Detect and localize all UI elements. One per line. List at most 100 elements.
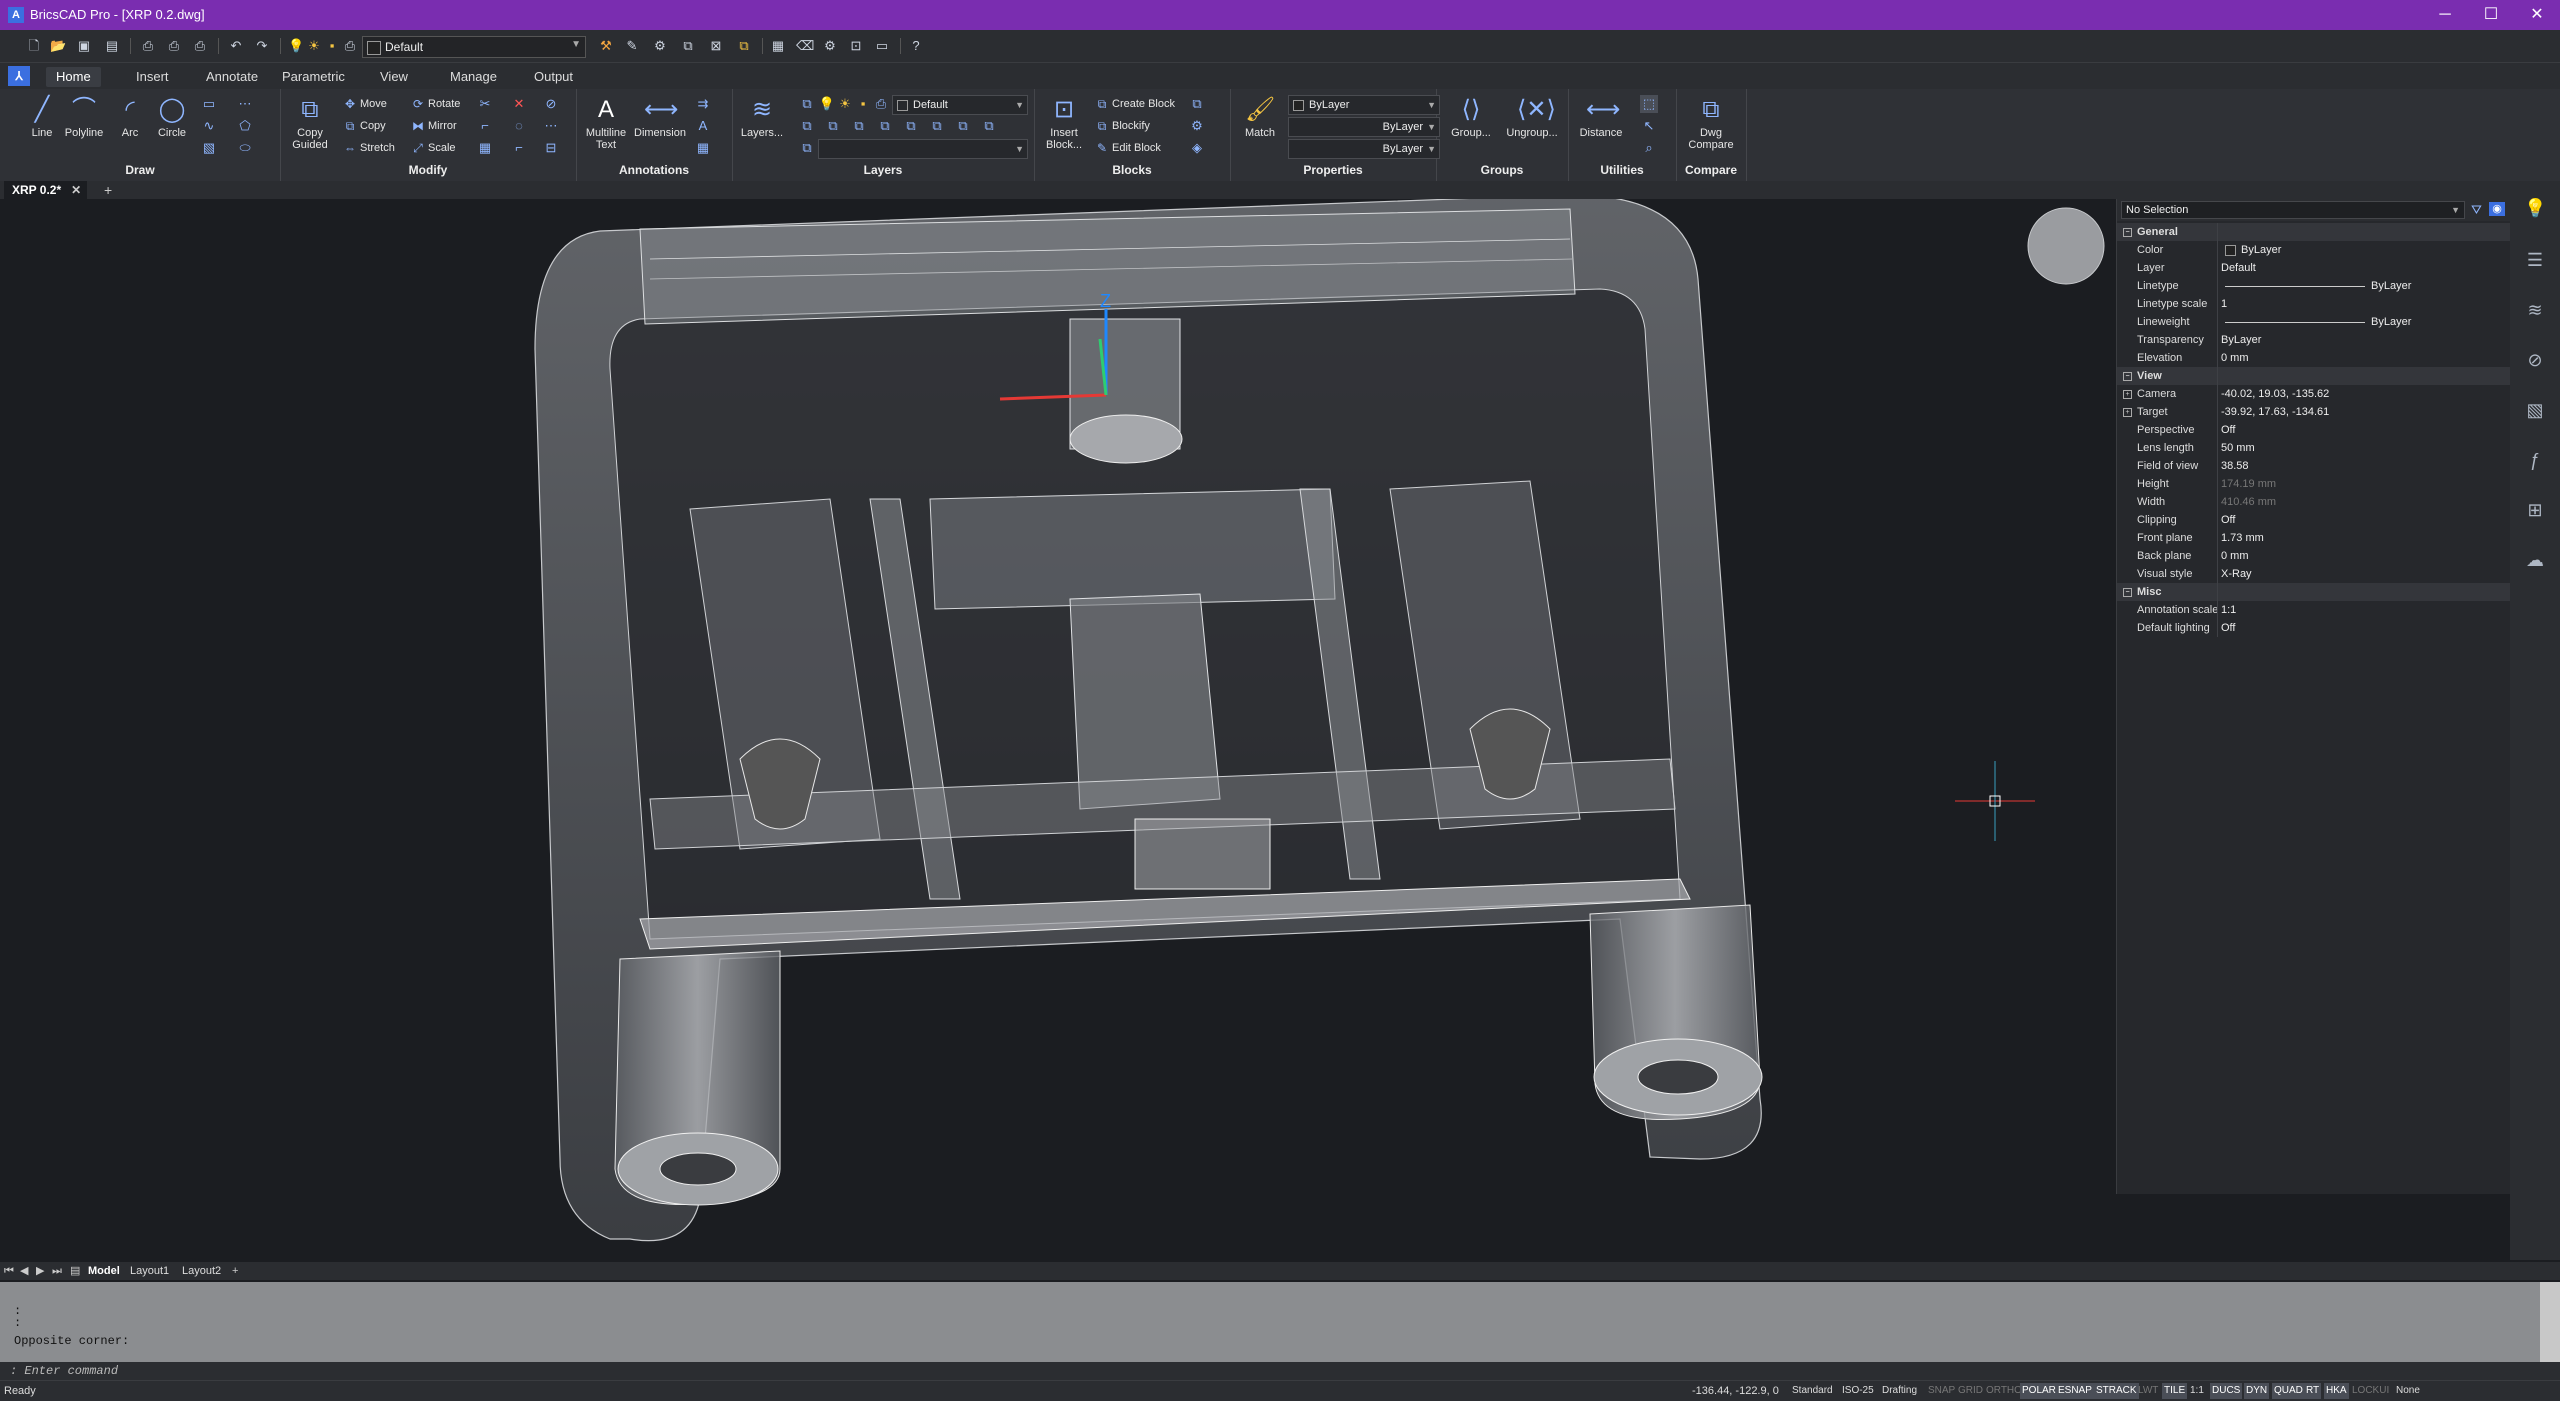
collapse-icon[interactable]: − xyxy=(2123,372,2132,381)
property-row[interactable]: Color ByLayer xyxy=(2117,241,2511,259)
attachment-icon[interactable]: ⊘ xyxy=(2524,349,2546,371)
undo-icon[interactable]: ↶ xyxy=(228,38,244,54)
view-navigation-disc[interactable] xyxy=(2027,207,2105,285)
hatch-pattern-icon[interactable]: ▧ xyxy=(2524,399,2546,421)
status-toggle-ducs[interactable]: DUCS xyxy=(2210,1383,2243,1399)
property-row[interactable]: Elevation 0 mm xyxy=(2117,349,2511,367)
bulb-icon[interactable]: 💡 xyxy=(818,95,836,113)
tab-annotate[interactable]: Annotate xyxy=(196,67,268,87)
quick-select-icon[interactable]: ⬚ xyxy=(1640,95,1658,113)
property-category-general[interactable]: − General xyxy=(2117,223,2511,241)
lineweight-dropdown[interactable]: ByLayer ▼ xyxy=(1288,139,1440,159)
stretch-button[interactable]: ⇔ Stretch xyxy=(342,139,395,157)
property-row[interactable]: Linetype scale 1 xyxy=(2117,295,2511,313)
command-input[interactable]: : Enter command xyxy=(0,1362,2560,1380)
property-category-view[interactable]: − View xyxy=(2117,367,2511,385)
status-toggle-lwt[interactable]: LWT xyxy=(2136,1383,2160,1399)
print-icon[interactable]: ⎙ xyxy=(140,38,156,54)
color-dropdown[interactable]: ByLayer ▼ xyxy=(1288,95,1440,115)
rectangle-icon[interactable]: ▭ xyxy=(200,95,218,113)
layer-tool-2-icon[interactable]: ⧉ xyxy=(824,117,842,135)
tab-insert[interactable]: Insert xyxy=(126,67,179,87)
close-button[interactable]: ✕ xyxy=(2514,0,2560,30)
add-layout-icon[interactable]: + xyxy=(232,1263,238,1279)
match-button[interactable]: 🖌 Match xyxy=(1238,95,1282,139)
sun-icon[interactable]: ☀ xyxy=(836,95,854,113)
join-icon[interactable]: ⌐ xyxy=(510,139,528,157)
blockify-button[interactable]: ⧉ Blockify xyxy=(1094,117,1150,135)
layer-lock-icon[interactable]: ▪ xyxy=(324,38,340,54)
property-category-misc[interactable]: − Misc xyxy=(2117,583,2511,601)
status-toggle-ortho[interactable]: ORTHO xyxy=(1984,1383,2024,1399)
property-row[interactable]: Perspective Off xyxy=(2117,421,2511,439)
status-toggle-snap[interactable]: SNAP xyxy=(1926,1383,1957,1399)
point-icon[interactable]: ⋯ xyxy=(236,95,254,113)
command-history-scrollbar[interactable] xyxy=(2540,1282,2560,1362)
scale-button[interactable]: ⤢ Scale xyxy=(410,139,455,157)
status-toggle-quad[interactable]: QUAD xyxy=(2272,1383,2305,1399)
dimstyle-icon[interactable]: A xyxy=(694,117,712,135)
tab-output[interactable]: Output xyxy=(524,67,583,87)
drawing-viewport[interactable]: Z xyxy=(0,199,2116,1260)
document-tab[interactable]: XRP 0.2* ✕ xyxy=(4,181,88,199)
layer-state-dropdown[interactable]: ▼ xyxy=(818,139,1028,159)
close-tab-icon[interactable]: ✕ xyxy=(71,181,81,199)
quick-select-toggle-icon[interactable]: ◉ xyxy=(2489,202,2505,216)
property-row[interactable]: Clipping Off xyxy=(2117,511,2511,529)
select-cursor-icon[interactable]: ↖ xyxy=(1640,117,1658,135)
layer-match-icon[interactable]: ⧉ xyxy=(798,139,816,157)
layer-dropdown[interactable]: Default ▼ xyxy=(892,95,1028,115)
maximize-button[interactable]: ☐ xyxy=(2468,0,2514,30)
status-toggle-polar[interactable]: POLAR xyxy=(2020,1383,2058,1399)
hatch-icon[interactable]: ▧ xyxy=(200,139,218,157)
property-row[interactable]: Height 174.19 mm xyxy=(2117,475,2511,493)
plot-icon[interactable]: ⎙ xyxy=(192,38,208,54)
new-tab-icon[interactable]: + xyxy=(104,181,112,199)
match-layer-icon[interactable]: ✎ xyxy=(624,38,640,54)
status-toggle-tile[interactable]: TILE xyxy=(2162,1383,2188,1399)
chamfer-icon[interactable]: ◌ xyxy=(510,117,528,135)
property-row[interactable]: Width 410.46 mm xyxy=(2117,493,2511,511)
printer-icon[interactable]: ⎙ xyxy=(872,95,890,113)
block-icon[interactable]: ⊡ xyxy=(848,38,864,54)
property-row[interactable]: + Camera -40.02, 19.03, -135.62 xyxy=(2117,385,2511,403)
distance-button[interactable]: ⟷ Distance xyxy=(1576,95,1626,139)
prev-layout-icon[interactable]: ◀ xyxy=(20,1263,28,1279)
snap-settings-icon[interactable]: ⚙ xyxy=(652,38,668,54)
dwg-compare-button[interactable]: ⧉ Dwg Compare xyxy=(1686,95,1736,151)
status-toggle-none[interactable]: None xyxy=(2394,1383,2422,1399)
eraser-icon[interactable]: ⌫ xyxy=(796,38,814,54)
edit-block-button[interactable]: ✎ Edit Block xyxy=(1094,139,1161,157)
array-icon[interactable]: ▦ xyxy=(476,139,494,157)
rotate-button[interactable]: ⟳ Rotate xyxy=(410,95,460,113)
tab-home[interactable]: Home xyxy=(46,67,101,87)
save-as-icon[interactable]: ▤ xyxy=(104,38,120,54)
property-row[interactable]: Back plane 0 mm xyxy=(2117,547,2511,565)
property-row[interactable]: Default lighting Off xyxy=(2117,619,2511,637)
first-layout-icon[interactable]: ⏮ xyxy=(4,1263,14,1279)
print-preview-icon[interactable]: ⎙ xyxy=(166,38,182,54)
spline-icon[interactable]: ∿ xyxy=(200,117,218,135)
dimension-button[interactable]: ⟷ Dimension xyxy=(634,95,686,139)
function-icon[interactable]: ƒ xyxy=(2524,449,2546,471)
find-icon[interactable]: ⌕ xyxy=(1640,139,1658,157)
lock-icon[interactable]: ▪ xyxy=(854,95,872,113)
trim-icon[interactable]: ✂ xyxy=(476,95,494,113)
layer-tool-5-icon[interactable]: ⧉ xyxy=(902,117,920,135)
property-row[interactable]: Lens length 50 mm xyxy=(2117,439,2511,457)
polyline-button[interactable]: ⌒ Polyline xyxy=(62,95,106,139)
tab-layout2[interactable]: Layout2 xyxy=(182,1263,221,1279)
property-row[interactable]: Transparency ByLayer xyxy=(2117,331,2511,349)
expand-icon[interactable]: + xyxy=(2123,390,2132,399)
layer-state-icon[interactable]: ⧉ xyxy=(680,38,696,54)
arc-button[interactable]: ◜ Arc xyxy=(108,95,152,139)
collapse-icon[interactable]: − xyxy=(2123,588,2132,597)
create-block-button[interactable]: ⧉ Create Block xyxy=(1094,95,1175,113)
circle-button[interactable]: ◯ Circle xyxy=(150,95,194,139)
break-icon[interactable]: ⋯ xyxy=(542,117,560,135)
property-row[interactable]: Layer Default xyxy=(2117,259,2511,277)
status-toggle-lockui[interactable]: LOCKUI xyxy=(2350,1383,2391,1399)
status-toggle-hka[interactable]: HKA xyxy=(2324,1383,2349,1399)
property-row[interactable]: Linetype ByLayer xyxy=(2117,277,2511,295)
layer-isolate-icon[interactable]: ⊠ xyxy=(708,38,724,54)
